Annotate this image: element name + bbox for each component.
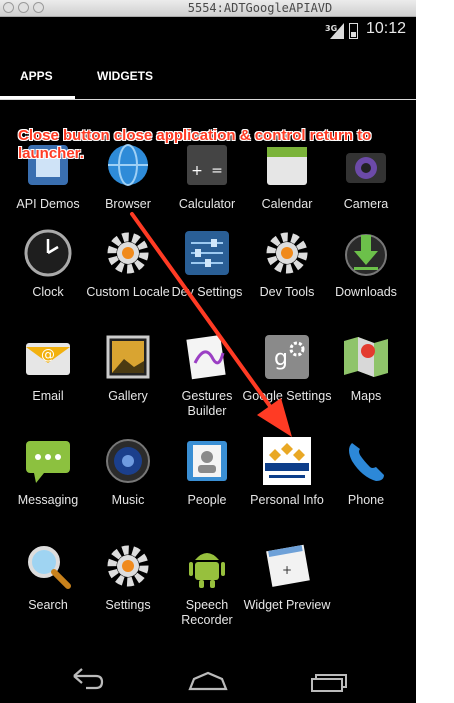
app-downloads[interactable]: Downloads: [326, 229, 406, 329]
app-phone[interactable]: Phone: [326, 437, 406, 537]
speaker-icon: [104, 437, 152, 485]
map-icon: [342, 333, 390, 381]
widget-preview-icon: +: [263, 542, 311, 590]
email-icon: @: [24, 333, 72, 381]
app-label: Search: [28, 598, 68, 612]
app-label: Dev Settings: [171, 285, 243, 299]
svg-text:+: +: [282, 563, 292, 577]
app-messaging[interactable]: Messaging: [8, 437, 88, 537]
app-clock[interactable]: Clock: [8, 229, 88, 329]
back-button[interactable]: [56, 657, 116, 697]
app-people[interactable]: People: [167, 437, 247, 537]
android-icon: [183, 542, 231, 590]
status-bar: 3G 10:12: [0, 17, 416, 47]
app-label: Calculator: [178, 197, 236, 211]
launcher-tabs: APPS WIDGETS: [0, 55, 416, 101]
app-label: Downloads: [335, 285, 397, 299]
gear-icon: [263, 229, 311, 277]
google-plus-gear-icon: g: [263, 333, 311, 381]
recent-apps-button[interactable]: [302, 657, 362, 697]
app-label: People: [187, 493, 227, 507]
clock-icon: [24, 229, 72, 277]
app-email[interactable]: @ Email: [8, 333, 88, 433]
app-label: Phone: [347, 493, 385, 507]
status-time: 10:12: [366, 20, 407, 37]
battery-icon: [349, 23, 358, 39]
app-google-settings[interactable]: g Google Settings: [243, 333, 331, 433]
app-gestures-builder[interactable]: Gestures Builder: [167, 333, 247, 433]
signal-icon: [330, 23, 344, 39]
app-settings[interactable]: Settings: [88, 542, 168, 642]
app-personal-info[interactable]: Personal Info: [247, 437, 327, 537]
phone-icon: [342, 437, 390, 485]
app-label: Clock: [32, 285, 64, 299]
gear-icon: [104, 542, 152, 590]
app-label: Messaging: [17, 493, 79, 507]
minimize-window-button[interactable]: [18, 2, 29, 13]
sjsu-logo-icon: [263, 437, 311, 485]
gear-icon: [104, 229, 152, 277]
chat-bubble-icon: [24, 437, 72, 485]
app-search[interactable]: Search: [8, 542, 88, 642]
app-label: Gestures Builder: [181, 389, 233, 418]
window-titlebar: 5554:ADTGoogleAPIAVD: [0, 0, 416, 17]
home-button[interactable]: [178, 657, 238, 697]
app-maps[interactable]: Maps: [326, 333, 406, 433]
svg-text:g: g: [274, 346, 288, 371]
window-title: 5554:ADTGoogleAPIAVD: [187, 1, 333, 15]
app-gallery[interactable]: Gallery: [88, 333, 168, 433]
magnifier-icon: [24, 542, 72, 590]
sliders-icon: [183, 229, 231, 277]
svg-text:+: +: [191, 163, 203, 179]
zoom-window-button[interactable]: [33, 2, 44, 13]
close-window-button[interactable]: [3, 2, 14, 13]
gallery-icon: [104, 333, 152, 381]
app-label: API Demos: [16, 197, 80, 211]
tab-apps[interactable]: APPS: [20, 69, 53, 83]
app-label: Maps: [350, 389, 382, 403]
contacts-icon: [183, 437, 231, 485]
navigation-bar: [0, 657, 416, 703]
back-arrow-icon: [73, 668, 104, 690]
tab-widgets[interactable]: WIDGETS: [97, 69, 153, 83]
app-label: Speech Recorder: [181, 598, 233, 627]
tab-divider: [0, 99, 416, 100]
gestures-icon: [183, 333, 231, 381]
home-icon: [188, 671, 228, 691]
app-label: Camera: [343, 197, 389, 211]
app-music[interactable]: Music: [88, 437, 168, 537]
app-dev-tools[interactable]: Dev Tools: [247, 229, 327, 329]
annotation-text: Close button close application & control…: [18, 127, 372, 162]
app-dev-settings[interactable]: Dev Settings: [167, 229, 247, 329]
emulator-screen: 3G 10:12 APPS WIDGETS API Demos Browser + =…: [0, 17, 416, 703]
app-widget-preview[interactable]: + Widget Preview: [244, 542, 330, 642]
app-custom-locale[interactable]: Custom Locale: [86, 229, 170, 329]
download-icon: [342, 229, 390, 277]
recent-apps-icon: [311, 674, 347, 692]
svg-text:=: =: [211, 163, 223, 179]
app-speech-recorder[interactable]: Speech Recorder: [167, 542, 247, 642]
app-label: Email: [32, 389, 64, 403]
svg-text:@: @: [41, 347, 55, 363]
app-label: Widget Preview: [243, 598, 331, 612]
